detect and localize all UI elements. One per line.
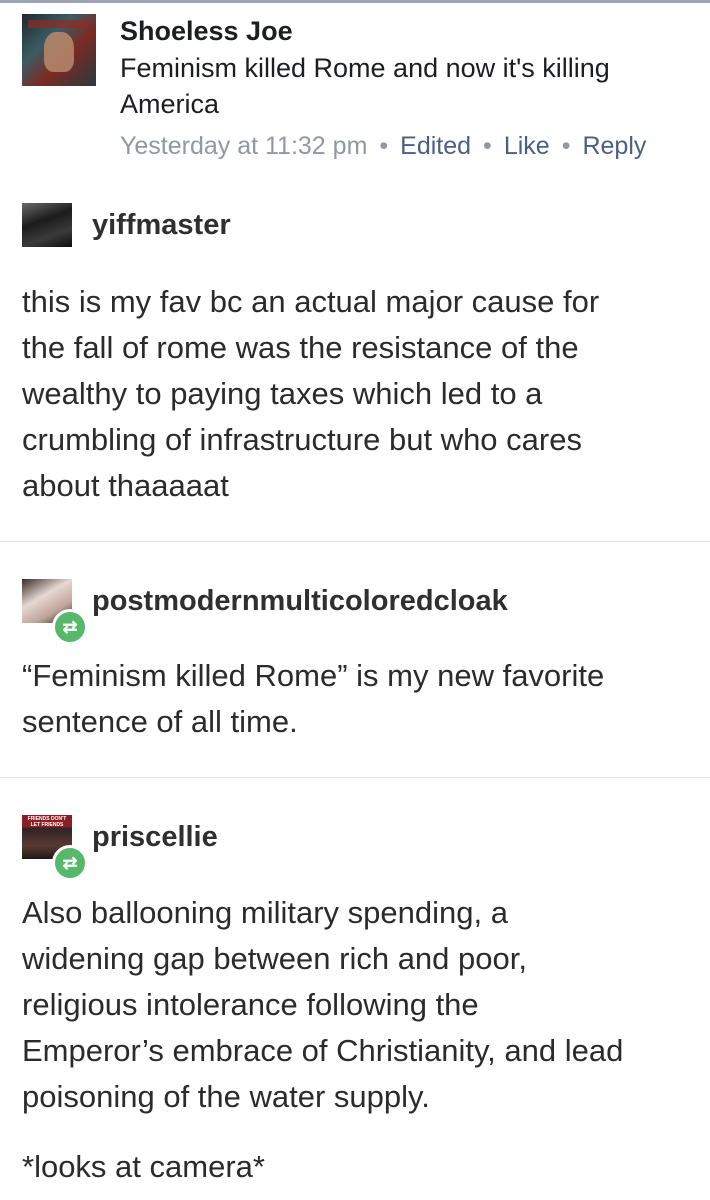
comment-body: Shoeless Joe Feminism killed Rome and no… — [120, 14, 700, 161]
separator: • — [483, 132, 492, 160]
reply-button[interactable]: Reply — [582, 132, 646, 160]
post-extra-line: *looks at camera* — [22, 1149, 265, 1184]
post-line: “Feminism killed Rome” is my new favorit… — [22, 658, 605, 693]
post-line: about thaaaaat — [22, 468, 229, 503]
post-line: Also ballooning military spending, a — [22, 895, 508, 930]
separator: • — [561, 132, 571, 160]
post-line: widening gap between rich and poor, — [22, 941, 527, 976]
separator: • — [379, 132, 389, 160]
post-line: religious intolerance following the — [22, 987, 479, 1022]
comment-text: Feminism killed Rome and now it's killin… — [120, 53, 610, 119]
top-border — [0, 0, 710, 3]
post-line: wealthy to paying taxes which led to a — [22, 376, 543, 411]
divider — [0, 541, 710, 542]
avatar-caption: FRIENDS DON'T LET FRIENDS DRINK FRIENDS — [27, 816, 67, 828]
post-text: this is my fav bc an actual major cause … — [22, 279, 692, 509]
avatar-face — [44, 32, 74, 72]
post-username[interactable]: priscellie — [92, 815, 218, 859]
post-text: “Feminism killed Rome” is my new favorit… — [22, 653, 692, 745]
avatar[interactable] — [22, 14, 96, 86]
divider — [0, 777, 710, 778]
post-line: crumbling of infrastructure but who care… — [22, 422, 582, 457]
comment-meta: Yesterday at 11:32 pm • Edited • Like • Reply — [120, 132, 700, 161]
reblog-icon: ⇄ — [52, 845, 88, 881]
post-username[interactable]: postmodernmulticoloredcloak — [92, 579, 508, 623]
post-username[interactable]: yiffmaster — [92, 203, 231, 247]
post-text: Also ballooning military spending, a wid… — [22, 890, 692, 1190]
post-line: poisoning of the water supply. — [22, 1079, 430, 1114]
avatar[interactable] — [22, 203, 72, 247]
edited-link[interactable]: Edited — [400, 132, 471, 160]
post-line: Emperor’s embrace of Christianity, and l… — [22, 1033, 624, 1068]
like-button[interactable]: Like — [504, 132, 550, 160]
reblog-icon: ⇄ — [52, 609, 88, 645]
post-line: this is my fav bc an actual major cause … — [22, 284, 600, 319]
post-line: sentence of all time. — [22, 704, 298, 739]
comment-time[interactable]: Yesterday at 11:32 pm — [120, 132, 367, 160]
post-line: the fall of rome was the resistance of t… — [22, 330, 579, 365]
comment-author[interactable]: Shoeless Joe — [120, 14, 700, 48]
avatar-banner — [28, 20, 90, 28]
